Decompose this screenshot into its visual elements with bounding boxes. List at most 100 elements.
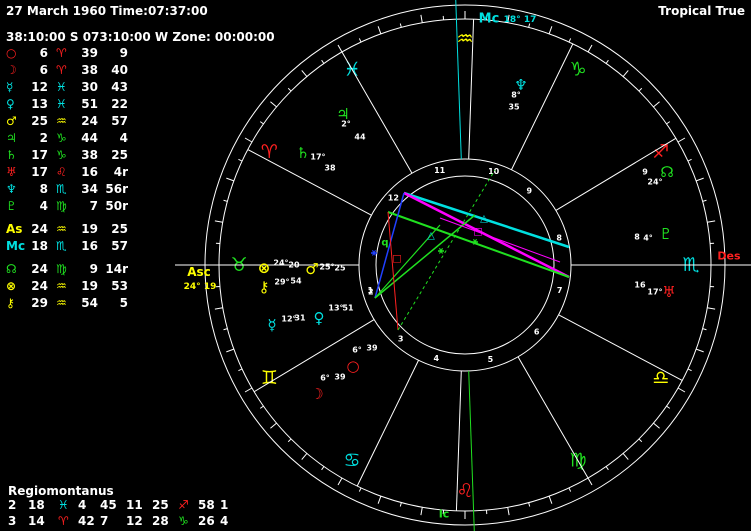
degree-tick <box>214 220 223 223</box>
placed-planet-minute: 44 <box>354 133 366 142</box>
degree-tick <box>605 466 609 471</box>
degree-tick <box>707 307 716 310</box>
degree-tick <box>214 307 223 310</box>
placed-planet-icon: ☿ <box>267 316 276 334</box>
degree-tick <box>707 220 716 223</box>
degree-tick <box>568 38 572 43</box>
degree-tick <box>377 26 382 35</box>
degree-tick <box>287 87 292 92</box>
degree-tick <box>653 422 660 429</box>
house-cusp-line <box>356 360 419 487</box>
degree-tick <box>321 59 325 64</box>
aspect-line <box>397 169 496 331</box>
degree-tick <box>695 177 704 182</box>
aspect-glyph-icon: ⚹ <box>437 246 445 257</box>
degree-tick <box>587 44 593 53</box>
house-number: 11 <box>434 166 446 175</box>
aspect-glyph-icon: ⚹ <box>471 237 479 248</box>
des-label: Des <box>717 250 741 263</box>
placed-planet-degree: 16 <box>634 281 646 290</box>
house-number: 7 <box>557 286 563 295</box>
degree-tick <box>226 348 235 353</box>
placed-planet-minute: 39 <box>334 373 346 382</box>
degree-tick <box>638 438 643 443</box>
house-cusp-line <box>517 356 589 479</box>
degree-tick <box>687 158 692 162</box>
placed-planet-icon: ☽ <box>310 385 323 403</box>
degree-tick <box>226 177 235 182</box>
mc-axis-line <box>455 0 462 160</box>
asc-value: 24° 19 <box>184 282 217 292</box>
degree-tick <box>695 348 704 353</box>
degree-tick <box>377 495 382 504</box>
placed-planet-minute: 54 <box>290 277 302 286</box>
placed-planet-minute: 39 <box>366 344 378 353</box>
degree-tick <box>622 70 629 77</box>
placed-planet-degree: 6° <box>320 374 330 383</box>
placed-planet-minute: 17° <box>647 288 662 297</box>
house-cusp-line <box>511 43 574 170</box>
degree-tick <box>568 487 572 492</box>
placed-planet-minute: 38 <box>324 164 336 173</box>
placed-planet-icon: ♇ <box>659 225 672 243</box>
degree-tick <box>223 328 228 331</box>
house-number: 10 <box>488 167 500 176</box>
degree-tick <box>548 495 553 504</box>
placed-planet-minute: 24° <box>647 178 662 187</box>
placed-planet-degree: 25° <box>319 263 334 272</box>
degree-tick <box>548 26 553 35</box>
inner-ring <box>375 175 555 355</box>
asc-label: Asc <box>187 265 211 279</box>
degree-tick <box>666 405 671 409</box>
placed-planet-degree: 24° <box>273 259 288 268</box>
placed-planet-icon: ○ <box>346 357 359 375</box>
zodiac-sign-icon: ♎ <box>652 367 669 389</box>
degree-tick <box>528 502 531 507</box>
degree-tick <box>259 405 264 409</box>
degree-tick <box>702 199 707 202</box>
degree-tick <box>270 101 277 108</box>
degree-tick <box>399 23 402 28</box>
placed-planet-degree: 9 <box>642 168 648 177</box>
ic-axis-line <box>468 370 475 531</box>
degree-tick <box>301 453 308 460</box>
zodiac-sign-icon: ♑ <box>569 58 586 80</box>
aspect-glyph-icon: ⚹ <box>370 248 378 259</box>
degree-tick <box>244 137 253 143</box>
degree-tick <box>622 453 629 460</box>
placed-planet-minute: 4° <box>643 234 653 243</box>
placed-planet-degree: 2° <box>341 120 351 129</box>
placed-planet-minute: 51 <box>342 304 354 313</box>
placed-planet-degree: 13° <box>328 304 343 313</box>
house-number: 9 <box>527 187 533 196</box>
house-cusp-line <box>555 137 677 211</box>
aspect-glyph-icon: □ <box>392 254 401 265</box>
aspect-glyph-icon: △ <box>480 214 488 225</box>
degree-tick <box>238 368 243 372</box>
house-ring <box>358 158 572 372</box>
degree-tick <box>238 158 243 162</box>
degree-tick <box>702 328 707 331</box>
degree-tick <box>358 487 362 492</box>
degree-tick <box>301 70 308 77</box>
placed-planet-icon: ⊗ <box>258 259 271 277</box>
house-number: 12 <box>388 194 399 203</box>
house-number: 4 <box>434 354 440 363</box>
degree-tick <box>638 87 643 92</box>
degree-tick <box>244 387 253 393</box>
placed-planet-degree: 8° <box>511 91 521 100</box>
degree-tick <box>420 507 423 516</box>
aspect-glyph-icon: q <box>381 238 388 249</box>
degree-tick <box>687 368 692 372</box>
degree-tick <box>605 59 609 64</box>
house-number: 2 <box>368 288 374 297</box>
degree-tick <box>587 477 593 486</box>
aspect-line <box>387 211 570 278</box>
house-cusp-line <box>558 314 683 381</box>
zodiac-sign-icon: ♋ <box>343 450 360 472</box>
degree-tick <box>270 422 277 429</box>
placed-planet-degree: 17° <box>310 153 325 162</box>
placed-planet-minute: 25 <box>334 264 346 273</box>
placed-planet-icon: ♅ <box>662 283 675 301</box>
ic-label: Ic <box>439 508 450 521</box>
